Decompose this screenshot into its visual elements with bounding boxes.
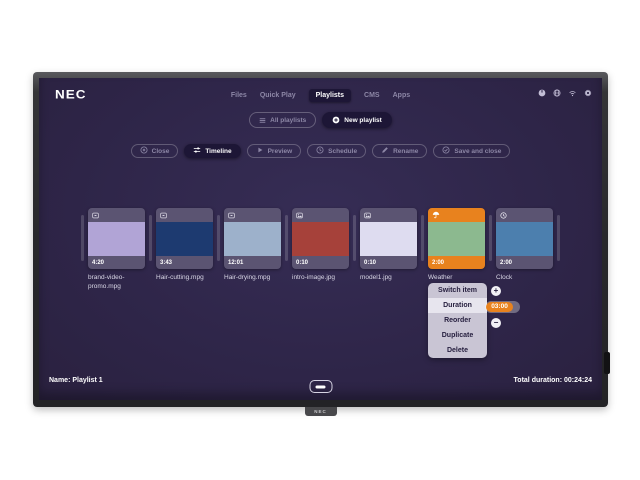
monitor-bezel: NEC Files Quick Play Playlists CMS Apps … [33,72,608,407]
item-name: Weather [428,274,485,283]
insert-handle [81,215,84,261]
playlist-name: Name: Playlist 1 [49,377,103,384]
hamburger-icon [259,117,266,124]
menu-item-duration[interactable]: Duration [428,298,487,313]
item-name: Hair-cutting.mpg [156,274,213,283]
timeline-item[interactable]: 2:00 Clock [496,208,553,283]
all-playlists-button[interactable]: All playlists [249,112,316,128]
schedule-label: Schedule [328,148,357,155]
item-name: intro-image.jpg [292,274,349,283]
insert-handle [353,215,356,261]
item-duration: 4:20 [88,256,145,269]
insert-handle [421,215,424,261]
menu-item-switch-item[interactable]: Switch item [428,283,487,298]
nav-cms[interactable]: CMS [364,92,380,99]
all-playlists-label: All playlists [270,117,306,124]
top-bar: NEC Files Quick Play Playlists CMS Apps [39,86,602,104]
thumbnail [292,222,349,256]
item-duration: 2:00 [496,256,553,269]
clock-icon [316,146,324,156]
timeline-icon [193,146,201,156]
item-duration: 0:10 [360,256,417,269]
preview-button[interactable]: Preview [247,144,302,158]
nav-quick-play[interactable]: Quick Play [260,92,296,99]
item-name: model1.jpg [360,274,417,283]
thumbnail [224,222,281,256]
close-button[interactable]: Close [131,144,179,158]
save-and-close-button[interactable]: Save and close [433,144,510,158]
duration-decrease-button[interactable]: − [491,318,501,328]
insert-handle [149,215,152,261]
footer-bar: Name: Playlist 1 Total duration: 00:24:2… [39,372,602,400]
item-duration: 2:00 [428,256,485,269]
preview-label: Preview [268,148,293,155]
item-name: Hair-drying.mpg [224,274,281,283]
menu-item-delete[interactable]: Delete [428,343,487,358]
monitor-side-control [604,352,610,374]
item-context-menu: Switch item Duration Reorder Duplicate D… [428,283,487,358]
timeline-strip: 4:20 brand-video-promo.mpg 3:43 Hair-cut… [39,208,602,292]
duration-field[interactable]: 03:00 [485,301,520,313]
timeline-item[interactable]: 4:20 brand-video-promo.mpg [88,208,145,292]
playlist-actions-row: All playlists New playlist [39,112,602,128]
nec-bezel-badge: NEC [305,407,337,416]
schedule-button[interactable]: Schedule [307,144,366,158]
screen: NEC Files Quick Play Playlists CMS Apps … [39,78,602,400]
menu-item-reorder[interactable]: Reorder [428,313,487,328]
play-icon [256,146,264,156]
save-and-close-label: Save and close [454,148,501,155]
timeline-label: Timeline [205,148,231,155]
insert-handle [285,215,288,261]
item-duration: 3:43 [156,256,213,269]
insert-handle [557,215,560,261]
item-name: brand-video-promo.mpg [88,274,145,292]
pencil-icon [381,146,389,156]
check-circle-icon [442,146,450,156]
nav-files[interactable]: Files [231,92,247,99]
status-icons [538,89,592,97]
rename-label: Rename [393,148,418,155]
close-label: Close [152,148,170,155]
rename-button[interactable]: Rename [372,144,427,158]
duration-increase-button[interactable]: + [491,286,501,296]
thumbnail [156,222,213,256]
collapse-handle-button[interactable] [309,380,332,393]
insert-handle [217,215,220,261]
power-icon[interactable] [538,89,546,97]
thumbnail [88,222,145,256]
nav-apps[interactable]: Apps [393,92,411,99]
timeline-item[interactable]: 3:43 Hair-cutting.mpg [156,208,213,283]
menu-item-duplicate[interactable]: Duplicate [428,328,487,343]
thumbnail [496,222,553,256]
timeline-item[interactable]: 0:10 intro-image.jpg [292,208,349,283]
thumbnail [360,222,417,256]
dash-icon [316,385,326,388]
globe-icon[interactable] [553,89,561,97]
item-duration: 12:01 [224,256,281,269]
plus-circle-icon [332,116,340,124]
duration-value[interactable]: 03:00 [486,302,513,312]
timeline-item[interactable]: 0:10 model1.jpg [360,208,417,283]
nav-playlists[interactable]: Playlists [309,89,351,102]
thumbnail [428,222,485,256]
new-playlist-button[interactable]: New playlist [322,112,392,128]
timeline-item[interactable]: 12:01 Hair-drying.mpg [224,208,281,283]
item-duration: 0:10 [292,256,349,269]
wifi-icon[interactable] [568,89,577,97]
timeline-item-selected[interactable]: 2:00 Weather [428,208,485,283]
timeline-button[interactable]: Timeline [184,144,240,158]
insert-handle [489,215,492,261]
item-name: Clock [496,274,553,283]
main-nav: Files Quick Play Playlists CMS Apps [39,86,602,104]
timeline-toolbar: Close Timeline Preview Schedule Rename S… [39,144,602,158]
close-circle-icon [140,146,148,156]
new-playlist-label: New playlist [344,117,382,124]
gear-icon[interactable] [584,89,592,97]
total-duration: Total duration: 00:24:24 [514,377,592,384]
